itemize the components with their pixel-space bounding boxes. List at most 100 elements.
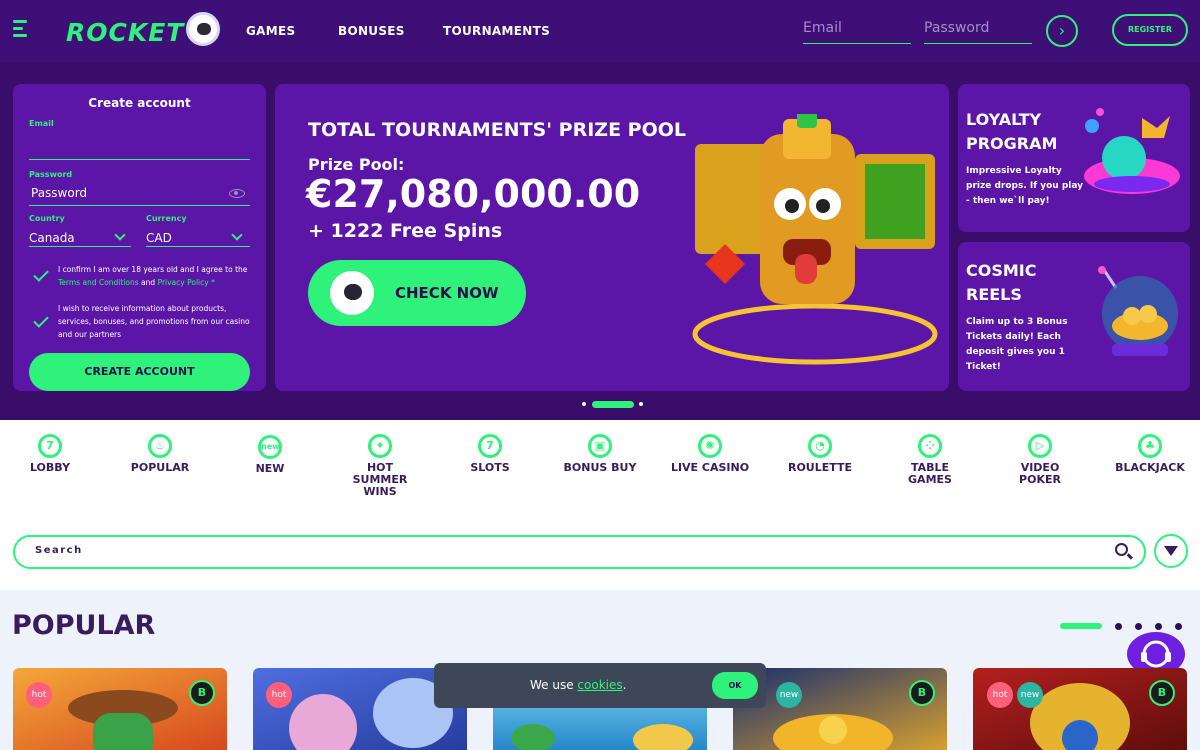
cookie-ok-button[interactable]: OK <box>712 672 758 699</box>
terms-link[interactable]: Terms and Conditions <box>58 278 139 287</box>
category-label: TABLE GAMES <box>908 461 952 486</box>
currency-select[interactable]: CAD <box>146 231 172 245</box>
category-label: HOT SUMMER WINS <box>352 461 408 498</box>
search-bar[interactable]: Search <box>13 535 1146 569</box>
slider-dot[interactable] <box>1175 623 1182 630</box>
loyalty-title-2: PROGRAM <box>966 134 1058 153</box>
slider-dot[interactable] <box>1135 623 1142 630</box>
category-label: BLACKJACK <box>1115 461 1185 474</box>
bitcoin-icon: B <box>909 680 935 706</box>
category-lobby[interactable]: 7 LOBBY <box>0 434 105 474</box>
category-bar: 7 LOBBY ♨ POPULAR new NEW ✦ HOT SUMMER WINS … <box>0 420 1200 590</box>
category-label: ROULETTE <box>787 461 853 474</box>
category-label: VIDEO POKER <box>1019 461 1061 486</box>
party-icon: ✦ <box>368 434 392 458</box>
game-thumbnail <box>68 690 178 750</box>
login-password-input[interactable]: Password <box>924 18 1032 44</box>
site-logo[interactable]: ROCKET <box>66 18 184 47</box>
nav-tournaments[interactable]: TOURNAMENTS <box>443 24 550 38</box>
category-popular[interactable]: ♨ POPULAR <box>105 434 215 474</box>
slot-seven-icon: 7 <box>478 434 502 458</box>
carousel-dot[interactable] <box>639 402 643 406</box>
country-label: Country <box>29 214 65 223</box>
bitcoin-icon: B <box>189 680 215 706</box>
eye-icon[interactable] <box>229 189 245 198</box>
cosmic-text: Claim up to 3 Bonus Tickets daily! Each … <box>966 317 1068 372</box>
checkbox-age-terms[interactable] <box>33 266 49 282</box>
category-label: LIVE CASINO <box>670 461 750 474</box>
tournament-banner[interactable]: TOTAL TOURNAMENTS' PRIZE POOL Prize Pool… <box>275 84 949 391</box>
cookie-text: We use cookies. <box>530 678 627 692</box>
carousel-dot[interactable] <box>582 402 586 406</box>
cookie-banner: We use cookies. OK <box>434 663 766 708</box>
slider-indicator-active[interactable] <box>1060 623 1102 629</box>
category-live-casino[interactable]: ✺ LIVE CASINO <box>655 434 765 474</box>
prize-amount: €27,080,000.00 <box>306 172 641 216</box>
category-new[interactable]: new NEW <box>215 434 325 475</box>
cosmic-title-1: COSMIC <box>966 261 1037 280</box>
site-header: ROCKET GAMES BONUSES TOURNAMENTS Email P… <box>0 0 1200 62</box>
cookies-link[interactable]: cookies <box>577 678 622 692</box>
game-card[interactable]: hot new B <box>973 668 1187 750</box>
category-blackjack[interactable]: ♣ BLACKJACK <box>1095 434 1200 474</box>
filter-icon[interactable] <box>1154 534 1188 568</box>
new-badge: new <box>1017 682 1043 708</box>
cosmic-reels-promo-card[interactable]: COSMIC REELS Claim up to 3 Bonus Tickets… <box>958 242 1190 391</box>
carousel-dot-active[interactable] <box>592 401 634 408</box>
register-button[interactable]: REGISTER <box>1112 14 1188 46</box>
coin-globe-image <box>1098 266 1178 356</box>
nav-games[interactable]: GAMES <box>246 24 295 38</box>
category-label: POPULAR <box>130 461 190 474</box>
signup-email-field[interactable] <box>29 159 250 160</box>
slider-dot[interactable] <box>1115 623 1122 630</box>
category-roulette[interactable]: ◔ ROULETTE <box>765 434 875 474</box>
free-spins: + 1222 Free Spins <box>308 220 503 242</box>
hot-badge: hot <box>266 682 292 708</box>
country-select[interactable]: Canada <box>29 231 75 245</box>
slider-dot[interactable] <box>1155 623 1162 630</box>
currency-underline <box>146 246 250 247</box>
category-video-poker[interactable]: ▷ VIDEO POKER <box>985 434 1095 486</box>
login-button[interactable]: › <box>1046 15 1078 47</box>
cosmic-title-2: REELS <box>966 285 1022 304</box>
menu-icon[interactable] <box>13 20 27 38</box>
create-account-title: Create account <box>88 96 191 110</box>
checkbox-marketing[interactable] <box>33 312 49 328</box>
fire-icon: ♨ <box>148 434 172 458</box>
ufo-image <box>1084 108 1180 194</box>
signup-password-field[interactable]: Password <box>31 186 87 200</box>
chevron-down-icon[interactable] <box>114 229 126 241</box>
privacy-link[interactable]: Privacy Policy <box>158 278 209 287</box>
nav-bonuses[interactable]: BONUSES <box>338 24 405 38</box>
consent-marketing: I wish to receive information about prod… <box>58 304 250 339</box>
loyalty-text: Impressive Loyalty prize drops. If you p… <box>966 166 1084 206</box>
create-account-panel: Create account Email Password Password C… <box>13 84 266 391</box>
password-label: Password <box>29 170 73 179</box>
game-card[interactable]: hot B <box>13 668 227 750</box>
consent-age-terms: I confirm I am over 18 years old and I a… <box>58 265 248 287</box>
create-account-button[interactable]: CREATE ACCOUNT <box>29 353 250 391</box>
category-table-games[interactable]: ⁘ TABLE GAMES <box>875 434 985 486</box>
roulette-icon: ◔ <box>808 434 832 458</box>
category-label: SLOTS <box>470 461 510 474</box>
category-label: LOBBY <box>29 461 71 474</box>
astronaut-logo-icon <box>186 12 220 46</box>
country-underline <box>29 246 131 247</box>
check-now-button[interactable]: CHECK NOW <box>308 260 526 326</box>
category-label: BONUS BUY <box>563 461 637 474</box>
login-email-input[interactable]: Email <box>803 18 911 44</box>
loyalty-promo-card[interactable]: LOYALTY PROGRAM Impressive Loyalty prize… <box>958 84 1190 232</box>
search-icon[interactable] <box>1115 543 1128 556</box>
category-hot-summer-wins[interactable]: ✦ HOT SUMMER WINS <box>325 434 435 498</box>
chevron-down-icon[interactable] <box>231 229 243 241</box>
search-input[interactable]: Search <box>35 545 83 556</box>
check-now-label: CHECK NOW <box>395 284 499 302</box>
seven-icon: 7 <box>38 434 62 458</box>
bitcoin-icon: B <box>1149 680 1175 706</box>
game-thumbnail <box>1030 683 1130 750</box>
dice-icon: ⁘ <box>918 434 942 458</box>
category-slots[interactable]: 7 SLOTS <box>435 434 545 474</box>
currency-label: Currency <box>146 214 187 223</box>
category-bonus-buy[interactable]: ▣ BONUS BUY <box>545 434 655 474</box>
hot-badge: hot <box>26 682 52 708</box>
